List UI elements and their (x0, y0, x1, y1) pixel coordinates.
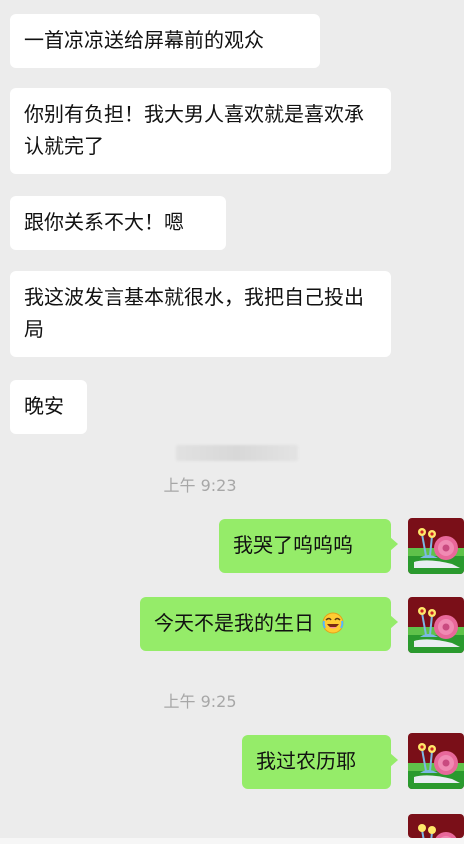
incoming-message[interactable]: 晚安 (10, 380, 87, 434)
message-text: 我这波发言基本就很水，我把自己投出局 (24, 285, 364, 341)
message-text: 你别有负担！我大男人喜欢就是喜欢承认就完了 (24, 102, 364, 158)
message-text: 晚安 (24, 394, 64, 418)
outgoing-message[interactable]: 我哭了呜呜呜 (219, 519, 398, 573)
message-text: 我过农历耶 (256, 749, 356, 773)
incoming-message[interactable]: 跟你关系不大！嗯 (10, 196, 226, 250)
message-text: 我哭了呜呜呜 (233, 533, 353, 557)
snail-avatar-icon[interactable] (408, 814, 464, 838)
message-text: 跟你关系不大！嗯 (24, 210, 184, 234)
message-timestamp: 上午 9:25 (163, 692, 237, 711)
snail-avatar-icon[interactable] (408, 597, 464, 653)
snail-avatar-icon[interactable] (408, 518, 464, 574)
blurred-content (176, 445, 298, 461)
incoming-message[interactable]: 我这波发言基本就很水，我把自己投出局 (10, 271, 391, 357)
message-timestamp: 上午 9:23 (163, 476, 237, 495)
message-text: 今天不是我的生日 (154, 611, 314, 635)
outgoing-message[interactable]: 今天不是我的生日 (140, 597, 398, 651)
incoming-message[interactable]: 你别有负担！我大男人喜欢就是喜欢承认就完了 (10, 88, 391, 174)
outgoing-message[interactable]: 我过农历耶 (242, 735, 398, 789)
incoming-message[interactable]: 一首凉凉送给屏幕前的观众 (10, 14, 320, 68)
bottom-edge (0, 838, 464, 844)
face-with-tears-of-joy-icon (322, 611, 344, 634)
message-text: 一首凉凉送给屏幕前的观众 (24, 28, 264, 52)
snail-avatar-icon[interactable] (408, 733, 464, 789)
